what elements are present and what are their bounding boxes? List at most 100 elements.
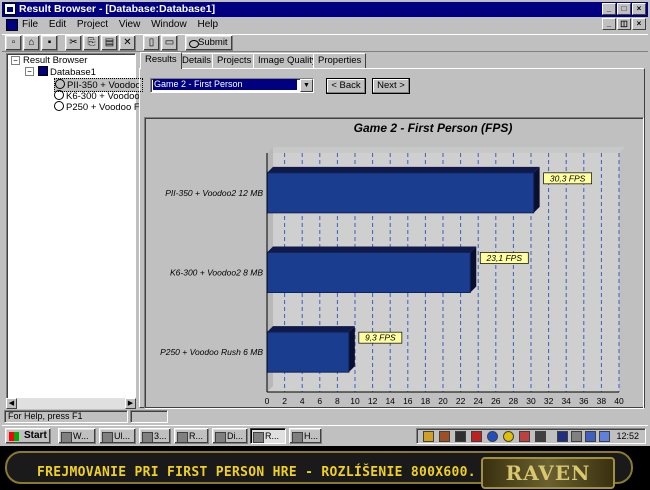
tray-icon[interactable] — [519, 431, 530, 442]
chevron-down-icon[interactable]: ▼ — [300, 79, 313, 92]
submit-button[interactable]: Submit — [185, 35, 233, 51]
taskbar-item-active[interactable]: R... — [250, 428, 286, 444]
status-pane — [130, 410, 168, 423]
menu-window[interactable]: Window — [151, 19, 187, 30]
x-tick-label: 4 — [300, 396, 305, 406]
database-icon — [38, 66, 48, 76]
menu-edit[interactable]: Edit — [49, 19, 66, 30]
data-label: 23,1 FPS — [486, 253, 523, 263]
window-title: Result Browser - [Database:Database1] — [19, 3, 216, 15]
x-tick-label: 2 — [282, 396, 287, 406]
result-icon — [54, 90, 64, 100]
status-bar: For Help, press F1 — [2, 409, 648, 424]
raven-logo: RAVEN — [481, 457, 615, 489]
tab-results[interactable]: Results — [140, 52, 182, 69]
taskbar: Start W... Ul... 3... R... Di... R... H.… — [2, 425, 648, 445]
menu-help[interactable]: Help — [197, 19, 218, 30]
tree-root[interactable]: Result Browser — [23, 55, 87, 66]
desktop: Result Browser - [Database:Database1] _ … — [0, 0, 650, 490]
taskbar-item[interactable]: H... — [289, 428, 322, 444]
x-tick-label: 8 — [335, 396, 340, 406]
tree-item-result[interactable]: P250 + Voodoo F — [54, 101, 140, 113]
scroll-right-icon[interactable]: ▶ — [125, 398, 136, 409]
collapse-icon[interactable]: − — [11, 56, 20, 65]
toolbar: ▫ ⌂ ▪ ✂ ⎘ ▤ ✕ ▯ ▭ Submit — [2, 34, 648, 52]
x-tick-label: 16 — [403, 396, 413, 406]
next-button[interactable]: Next > — [372, 78, 410, 94]
tray-icon[interactable] — [503, 431, 514, 442]
x-tick-label: 12 — [368, 396, 378, 406]
taskbar-item[interactable]: 3... — [139, 428, 171, 444]
app-icon[interactable] — [4, 3, 16, 15]
close-button[interactable]: × — [632, 3, 646, 15]
new-file-icon[interactable]: ▫ — [5, 35, 22, 51]
speaker-icon[interactable] — [571, 431, 582, 442]
back-button[interactable]: < Back — [326, 78, 366, 94]
tab-projects[interactable]: Projects — [212, 53, 257, 68]
doc-restore-button[interactable]: ◫ — [617, 18, 631, 30]
bar-side — [348, 326, 355, 373]
result-icon — [55, 79, 65, 89]
doc-minimize-button[interactable]: _ — [602, 18, 616, 30]
title-bar[interactable]: Result Browser - [Database:Database1] _ … — [2, 2, 648, 17]
delete-icon[interactable]: ✕ — [119, 35, 136, 51]
category-label: P250 + Voodoo Rush 6 MB — [160, 347, 263, 357]
tab-image-quality[interactable]: Image Quality — [253, 53, 322, 68]
tab-properties[interactable]: Properties — [313, 53, 367, 68]
tray-icon[interactable] — [487, 431, 498, 442]
copy-icon[interactable]: ⎘ — [83, 35, 100, 51]
chart-container: 0 2 4 6 8 10 12 14 16 18 20 22 24 26 28 30 32 34 36 38 40 Gam… — [144, 117, 644, 409]
x-tick-label: 18 — [421, 396, 431, 406]
minimize-button[interactable]: _ — [602, 3, 616, 15]
collapse-icon[interactable]: − — [25, 67, 34, 76]
cut-icon[interactable]: ✂ — [65, 35, 82, 51]
tree-view[interactable]: Result Browser − − Database1 PII-350 + V… — [6, 53, 143, 408]
tray-icon[interactable] — [423, 431, 434, 442]
caption-text: FREJMOVANIE PRI FIRST PERSON HRE - ROZLÍ… — [37, 465, 476, 480]
taskbar-item[interactable]: Ul... — [99, 428, 136, 444]
menu-project[interactable]: Project — [77, 19, 108, 30]
taskbar-item[interactable]: W... — [58, 428, 96, 444]
tray-icon[interactable] — [471, 431, 482, 442]
save-icon[interactable]: ▪ — [41, 35, 58, 51]
menu-view[interactable]: View — [119, 19, 141, 30]
data-label: 9,3 FPS — [365, 333, 396, 343]
tab-details[interactable]: Details — [177, 53, 217, 68]
document-icon[interactable] — [6, 19, 18, 31]
tray-icon[interactable] — [599, 431, 610, 442]
bar — [266, 252, 471, 293]
tray-icon[interactable] — [585, 431, 596, 442]
tree-database[interactable]: Database1 — [38, 66, 96, 78]
bar-chart: 0 2 4 6 8 10 12 14 16 18 20 22 24 26 28 30 32 34 36 38 40Gam… — [160, 121, 625, 406]
print-preview-icon[interactable]: ▯ — [143, 35, 160, 51]
doc-close-button[interactable]: × — [632, 18, 646, 30]
bar-top — [267, 246, 477, 253]
system-tray: 12:52 — [416, 428, 646, 444]
scroll-left-icon[interactable]: ◀ — [6, 398, 17, 409]
taskbar-item[interactable]: R... — [174, 428, 209, 444]
taskbar-item[interactable]: Di... — [212, 428, 248, 444]
paste-icon[interactable]: ▤ — [101, 35, 118, 51]
game-select[interactable]: Game 2 - First Person ▼ — [150, 78, 314, 93]
tray-icon[interactable] — [535, 431, 546, 442]
tree-horizontal-scrollbar[interactable]: ◀ ▶ — [6, 398, 136, 409]
x-tick-label: 32 — [544, 396, 554, 406]
menu-file[interactable]: File — [22, 19, 38, 30]
open-folder-icon[interactable]: ⌂ — [23, 35, 40, 51]
x-tick-label: 24 — [473, 396, 483, 406]
x-tick-label: 0 — [265, 396, 270, 406]
tray-icon[interactable] — [439, 431, 450, 442]
x-tick-label: 30 — [526, 396, 536, 406]
maximize-button[interactable]: □ — [617, 3, 631, 15]
x-tick-label: 14 — [385, 396, 395, 406]
caption-banner: FREJMOVANIE PRI FIRST PERSON HRE - ROZLÍ… — [0, 446, 650, 490]
x-tick-label: 10 — [350, 396, 360, 406]
x-tick-label: 28 — [509, 396, 519, 406]
x-tick-label: 38 — [597, 396, 607, 406]
result-icon — [54, 101, 64, 111]
tray-icon[interactable] — [557, 431, 568, 442]
tray-icon[interactable] — [455, 431, 466, 442]
clock[interactable]: 12:52 — [616, 430, 639, 443]
start-button[interactable]: Start — [5, 428, 51, 444]
print-icon[interactable]: ▭ — [161, 35, 178, 51]
